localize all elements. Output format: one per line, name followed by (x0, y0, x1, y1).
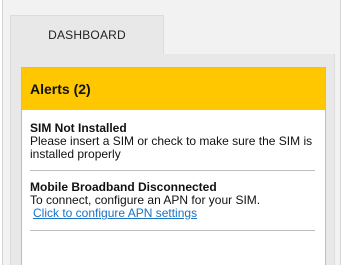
alerts-panel-title: Alerts (2) (22, 68, 325, 110)
alerts-panel: Alerts (2) SIM Not Installed Please inse… (21, 67, 326, 265)
alerts-list: SIM Not Installed Please insert a SIM or… (22, 110, 325, 231)
tab-dashboard[interactable]: DASHBOARD (10, 15, 164, 54)
dashboard-content: Alerts (2) SIM Not Installed Please inse… (10, 54, 335, 265)
alert-item-mobile-broadband-disconnected: Mobile Broadband Disconnected To connect… (30, 171, 315, 231)
alert-item-sim-not-installed: SIM Not Installed Please insert a SIM or… (30, 110, 315, 171)
configure-apn-link[interactable]: Click to configure APN settings (33, 207, 197, 220)
alert-message: Please insert a SIM or check to make sur… (30, 134, 313, 161)
page-frame: DASHBOARD Alerts (2) SIM Not Installed P… (2, 0, 341, 265)
